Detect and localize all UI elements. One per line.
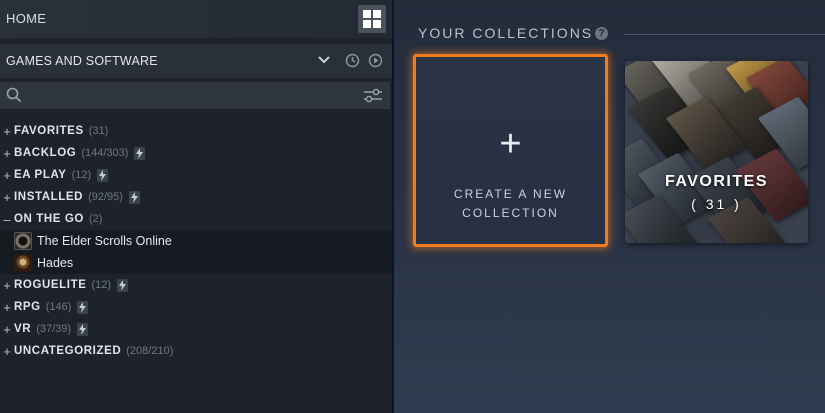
expand-icon[interactable]: + [2,168,12,183]
create-collection-button[interactable]: + CREATE A NEW COLLECTION [413,54,608,247]
game-name: The Elder Scrolls Online [37,234,172,248]
grid-view-icon [363,10,381,28]
grid-view-button[interactable] [358,5,386,33]
expand-icon[interactable]: + [2,124,12,139]
library-filter-dropdown[interactable]: GAMES AND SOFTWARE [0,44,392,78]
collection-ea-play[interactable]: + EA PLAY (12) [0,164,392,186]
collection-count: (37/39) [36,323,72,335]
chevron-down-icon[interactable] [318,55,330,65]
dynamic-collection-icon [117,278,129,292]
hades-icon [14,254,32,272]
title-divider [624,34,825,35]
create-collection-label: CREATE A NEW COLLECTION [416,185,605,223]
collection-card-count: ( 31 ) [691,196,742,212]
collection-count: (12) [91,279,112,291]
collection-roguelite[interactable]: + ROGUELITE (12) [0,274,392,296]
collection-name: FAVORITES [14,125,84,137]
collection-name: BACKLOG [14,147,77,159]
expand-icon[interactable]: + [2,278,12,293]
collection-count: (146) [45,301,72,313]
home-label[interactable]: HOME [6,11,46,26]
collection-list: + FAVORITES (31) + BACKLOG (144/303) + E… [0,120,392,362]
collapse-icon[interactable]: – [2,212,12,227]
collection-vr[interactable]: + VR (37/39) [0,318,392,340]
collection-name: INSTALLED [14,191,84,203]
dynamic-collection-icon [77,300,89,314]
collection-name: EA PLAY [14,169,67,181]
collections-view: YOUR COLLECTIONS ? + CREATE A NEW COLLEC… [394,0,825,413]
steam-library-window: HOME GAMES AND SOFTWARE + FAVORITES (31)… [0,0,825,413]
game-item-hades[interactable]: Hades [0,252,392,274]
collection-count: (208/210) [126,345,174,357]
collection-rpg[interactable]: + RPG (146) [0,296,392,318]
card-shade [625,61,808,243]
collection-installed[interactable]: + INSTALLED (92/95) [0,186,392,208]
expand-icon[interactable]: + [2,322,12,337]
collection-count: (144/303) [81,147,129,159]
expand-icon[interactable]: + [2,344,12,359]
collection-name: UNCATEGORIZED [14,345,122,357]
filter-sliders-icon[interactable] [363,88,383,103]
help-icon[interactable]: ? [595,27,608,40]
clock-icon[interactable] [345,53,360,68]
elder-scrolls-online-icon [14,232,32,250]
collection-count: (12) [71,169,92,181]
search-icon [6,87,22,103]
collection-name: VR [14,323,32,335]
create-label-line-2: COLLECTION [462,206,559,220]
game-item-elder-scrolls-online[interactable]: The Elder Scrolls Online [0,230,392,252]
expand-icon[interactable]: + [2,190,12,205]
plus-icon: + [499,123,522,165]
library-sidebar: HOME GAMES AND SOFTWARE + FAVORITES (31)… [0,0,394,413]
create-label-line-1: CREATE A NEW [453,187,568,201]
filter-label: GAMES AND SOFTWARE [6,54,158,68]
search-bar [0,82,390,109]
play-circle-icon[interactable] [368,53,383,68]
expand-icon[interactable]: + [2,300,12,315]
collection-name: ON THE GO [14,213,84,225]
home-bar[interactable]: HOME [0,0,392,38]
game-name: Hades [37,256,74,270]
favorites-collection-card[interactable]: FAVORITES ( 31 ) [625,61,808,243]
collection-on-the-go[interactable]: – ON THE GO (2) [0,208,392,230]
collection-count: (2) [88,213,103,225]
collection-backlog[interactable]: + BACKLOG (144/303) [0,142,392,164]
dynamic-collection-icon [134,146,146,160]
collection-uncategorized[interactable]: + UNCATEGORIZED (208/210) [0,340,392,362]
collection-card-title: FAVORITES [665,173,768,190]
expand-icon[interactable]: + [2,146,12,161]
collection-favorites[interactable]: + FAVORITES (31) [0,120,392,142]
collection-count: (31) [88,125,109,137]
collection-count: (92/95) [88,191,123,203]
dynamic-collection-icon [77,322,89,336]
collection-name: RPG [14,301,41,313]
dynamic-collection-icon [128,190,140,204]
page-title: YOUR COLLECTIONS [418,25,594,41]
dynamic-collection-icon [97,168,109,182]
collection-name: ROGUELITE [14,279,87,291]
search-input[interactable] [28,85,352,108]
